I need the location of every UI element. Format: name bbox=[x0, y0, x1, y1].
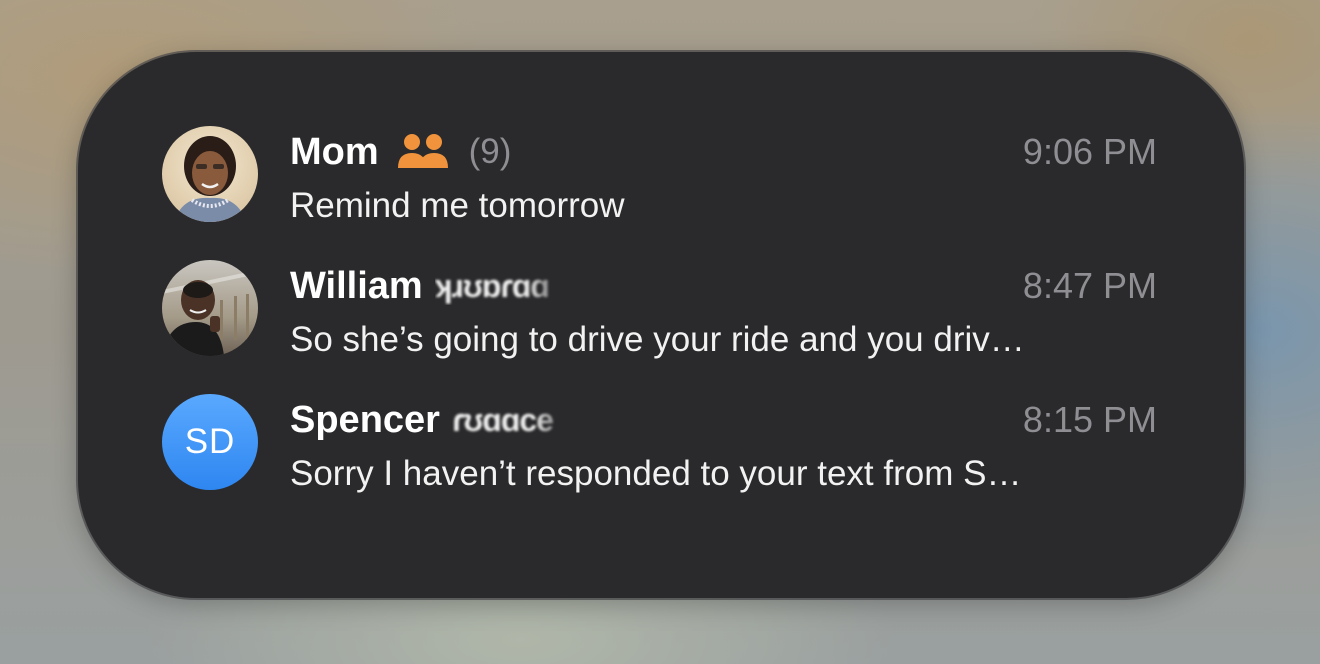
conversation-header: Spencer ɾʊɑɑce bbox=[290, 396, 577, 444]
contact-name: Spencer bbox=[290, 398, 440, 441]
contact-name: Mom bbox=[290, 130, 379, 173]
avatar-william bbox=[162, 260, 258, 356]
conversation-header: William ʞɹʊɒɾɑɑ bbox=[290, 262, 573, 310]
message-time: 9:06 PM bbox=[1022, 131, 1157, 172]
avatar-mom bbox=[162, 126, 258, 222]
group-people-icon bbox=[397, 132, 449, 172]
conversation-row-spencer[interactable]: SD Spencer ɾʊɑɑce 8:15 PM Sorry I haven’… bbox=[162, 392, 1157, 493]
avatar-photo-man bbox=[162, 260, 258, 356]
obscured-last-name: ɾʊɑɑce bbox=[451, 401, 554, 438]
message-preview: Sorry I haven’t responded to your text f… bbox=[290, 454, 1022, 493]
message-time: 8:47 PM bbox=[1022, 265, 1157, 306]
group-member-count: (9) bbox=[468, 132, 512, 171]
message-preview: So she’s going to drive your ride and yo… bbox=[290, 320, 1025, 359]
obscured-last-name: ʞɹʊɒɾɑɑ bbox=[434, 267, 550, 304]
conversation-header: Mom (9) bbox=[290, 128, 511, 176]
conversation-row-william[interactable]: William ʞɹʊɒɾɑɑ 8:47 PM So she’s going t… bbox=[162, 258, 1157, 359]
message-time: 8:15 PM bbox=[1022, 399, 1157, 440]
avatar-photo-woman bbox=[162, 126, 258, 222]
avatar-initials: SD bbox=[162, 394, 258, 490]
conversation-row-mom[interactable]: Mom (9) 9:06 PM Remind me tomorrow bbox=[162, 124, 1157, 225]
contact-name: William bbox=[290, 264, 423, 307]
message-preview: Remind me tomorrow bbox=[290, 186, 625, 225]
messages-widget: Mom (9) 9:06 PM Remind me tomorrow Willi… bbox=[78, 52, 1244, 598]
